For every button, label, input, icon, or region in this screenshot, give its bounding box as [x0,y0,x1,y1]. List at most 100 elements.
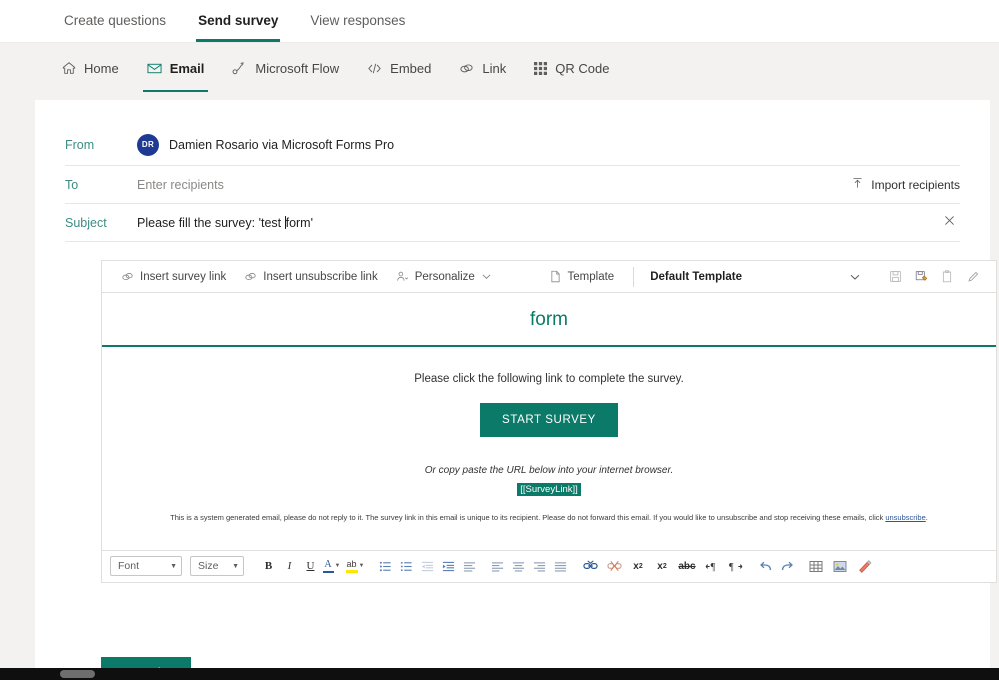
insert-unsubscribe-link-button[interactable]: Insert unsubscribe link [235,264,386,290]
subtab-email-label: Email [169,60,205,76]
preview-copy-paste-note: Or copy paste the URL below into your in… [424,465,674,476]
template-button[interactable]: Template [540,264,624,290]
subtab-email[interactable]: Email [133,44,219,92]
page-left-gutter [0,92,35,680]
subtab-qr-code-label: QR Code [555,60,610,76]
rtl-direction-button[interactable]: ¶ [725,555,747,577]
increase-indent-button[interactable] [439,555,458,577]
to-row: To Enter recipients Import recipients [65,166,960,204]
align-left-button[interactable] [488,555,507,577]
save-as-icon[interactable] [908,264,934,290]
email-preview[interactable]: form Please click the following link to … [102,293,996,550]
preview-fine-print: This is a system generated email, please… [128,513,970,524]
numbered-list-button[interactable] [397,555,416,577]
link-icon [121,270,134,283]
subject-value-after-caret: form' [285,215,313,230]
fine-print-text: This is a system generated email, please… [170,513,886,522]
subject-input[interactable]: Please fill the survey: 'test form' [137,215,939,230]
unsubscribe-link[interactable]: unsubscribe [885,513,925,522]
secondary-nav-bar: Home Email Microsoft Flow Embed Link QR … [0,43,999,92]
survey-link-token-wrap: [[SurveyLink]] [102,479,996,497]
chevron-down-icon [481,271,492,282]
avatar: DR [137,133,159,156]
subtab-link[interactable]: Link [445,44,520,92]
survey-link-token[interactable]: [[SurveyLink]] [517,483,581,496]
font-color-button[interactable]: A ▼ [322,555,341,577]
link-icon [244,270,257,283]
from-value: DR Damien Rosario via Microsoft Forms Pr… [137,133,960,156]
subtab-microsoft-flow[interactable]: Microsoft Flow [218,44,353,92]
toolbar-divider [633,266,635,287]
delete-icon[interactable] [934,264,960,290]
personalize-button[interactable]: Personalize [387,264,501,290]
remove-link-button[interactable] [603,555,625,577]
subtab-embed-label: Embed [390,60,432,76]
fine-print-period: . [925,513,928,522]
font-size-select[interactable]: Size ▼ [190,556,244,576]
ltr-direction-button[interactable]: ¶ [701,555,723,577]
primary-tab-bar: Create questions Send survey View respon… [0,0,999,43]
from-label: From [65,137,95,152]
pencil-icon[interactable] [960,264,986,290]
save-icon[interactable] [882,264,908,290]
template-name: Default Template [650,270,742,283]
template-label: Template [567,270,615,283]
tab-send-survey-label: Send survey [198,13,279,28]
forms-pro-send-survey-page: Create questions Send survey View respon… [0,0,999,680]
start-survey-button[interactable]: START SURVEY [480,403,618,437]
highlight-color-button[interactable]: ab ▼ [343,555,367,577]
superscript-button[interactable]: x2 [627,555,649,577]
scrollbar-thumb[interactable] [60,670,95,678]
subtab-qr-code[interactable]: QR Code [520,44,623,92]
person-icon [396,270,409,283]
align-justify-button[interactable] [460,555,479,577]
subscript-button[interactable]: x2 [651,555,673,577]
horizontal-scrollbar[interactable] [0,668,999,680]
bold-button[interactable]: B [259,555,278,577]
align-block-button[interactable] [551,555,570,577]
insert-survey-link-button[interactable]: Insert survey link [112,264,235,290]
redo-button[interactable] [777,555,796,577]
align-right-button[interactable] [530,555,549,577]
rich-text-toolbar: Font ▼ Size ▼ B I U A ▼ ab ▼ x 2 x 2 abc… [102,549,996,582]
subtab-link-label: Link [482,60,507,76]
tab-view-responses-label: View responses [310,13,406,28]
template-chevron-down-icon[interactable] [842,264,868,290]
clear-format-button[interactable] [853,555,875,577]
subject-row: Subject Please fill the survey: 'test fo… [65,204,960,242]
import-recipients-button[interactable]: Import recipients [851,177,960,193]
font-size-value: Size [198,560,219,572]
insert-link-button[interactable] [579,555,601,577]
import-recipients-label: Import recipients [871,177,960,192]
font-family-value: Font [118,560,140,572]
close-icon[interactable] [939,212,960,233]
svg-text:¶: ¶ [711,562,716,573]
insert-image-button[interactable] [829,555,851,577]
flow-icon [232,61,247,76]
align-center-button[interactable] [509,555,528,577]
insert-table-button[interactable] [805,555,827,577]
code-icon [367,61,382,76]
subtab-embed[interactable]: Embed [353,44,445,92]
to-input[interactable]: Enter recipients [137,178,851,192]
bulleted-list-button[interactable] [376,555,395,577]
underline-button[interactable]: U [301,555,320,577]
italic-button[interactable]: I [280,555,299,577]
decrease-indent-button[interactable] [418,555,437,577]
subtab-home[interactable]: Home [48,44,133,92]
tab-send-survey[interactable]: Send survey [182,0,294,42]
chevron-down-icon: ▼ [170,562,177,570]
svg-text:¶: ¶ [729,562,734,573]
subject-value-before-caret: Please fill the survey: 'test [137,215,285,230]
strikethrough-button[interactable]: abc [675,555,699,577]
editor-toolbar: Insert survey link Insert unsubscribe li… [102,261,996,293]
tab-create-questions[interactable]: Create questions [48,0,182,42]
home-icon [62,61,76,75]
font-family-select[interactable]: Font ▼ [110,556,182,576]
email-editor: Insert survey link Insert unsubscribe li… [101,260,997,583]
undo-button[interactable] [756,555,775,577]
upload-icon [851,177,864,193]
subtab-microsoft-flow-label: Microsoft Flow [255,60,340,76]
tab-view-responses[interactable]: View responses [294,0,421,42]
to-label: To [65,177,79,192]
